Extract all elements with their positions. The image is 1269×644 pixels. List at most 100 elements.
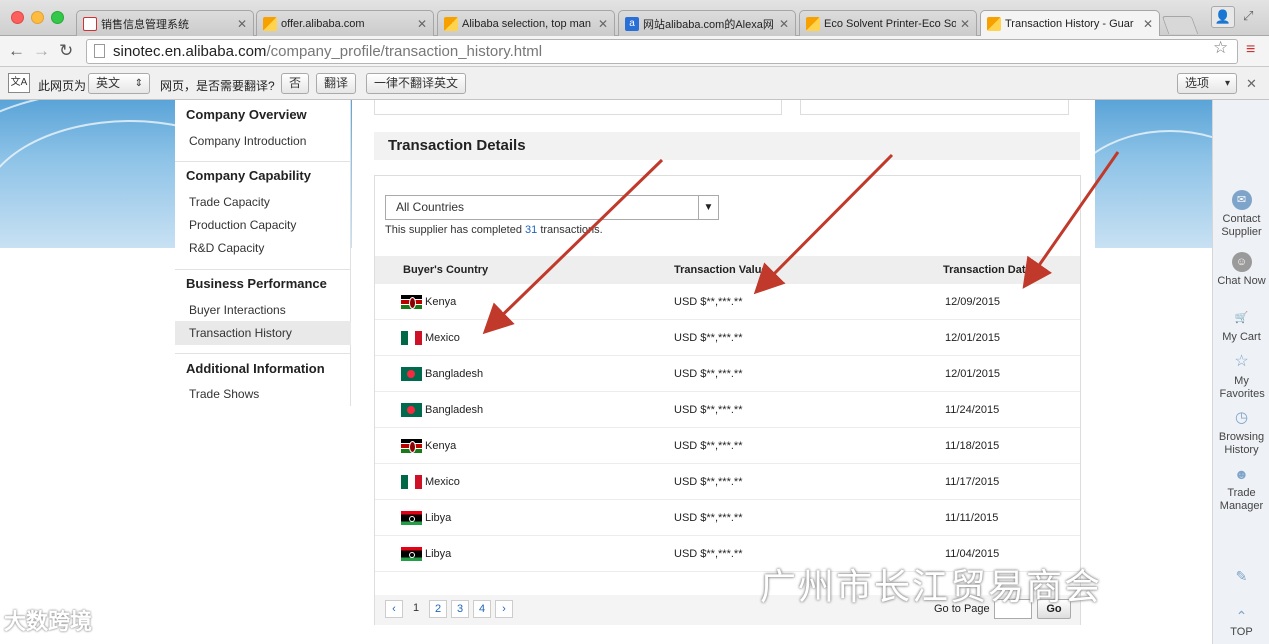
address-host: sinotec.en.alibaba.com bbox=[113, 43, 267, 60]
my-favorites-button[interactable]: ☆ My Favorites bbox=[1213, 352, 1269, 401]
mexico-flag-icon bbox=[401, 475, 422, 489]
browser-tab[interactable]: 销售信息管理系统 ✕ bbox=[76, 10, 254, 36]
column-header-country: Buyer's Country bbox=[403, 264, 489, 276]
country-cell: Libya bbox=[401, 511, 451, 525]
page-link[interactable]: 3 bbox=[451, 600, 469, 618]
page-icon bbox=[94, 44, 105, 58]
back-icon[interactable]: ← bbox=[8, 41, 25, 61]
fullscreen-icon[interactable]: ⤢ bbox=[1243, 8, 1253, 24]
user-profile-icon[interactable]: 👤 bbox=[1211, 6, 1235, 28]
address-bar[interactable]: sinotec.en.alibaba.com/company_profile/t… bbox=[86, 39, 1238, 64]
browser-tab[interactable]: Alibaba selection, top man ✕ bbox=[437, 10, 615, 36]
sidebar-item-buyer-interactions[interactable]: Buyer Interactions bbox=[189, 303, 286, 317]
page-link[interactable]: 4 bbox=[473, 600, 491, 618]
alibaba-icon bbox=[444, 16, 458, 31]
rail-label: Browsing History bbox=[1218, 431, 1265, 456]
window-zoom-button[interactable] bbox=[51, 11, 64, 24]
sidebar-item-transaction-history[interactable]: Transaction History bbox=[189, 326, 292, 340]
rail-label: My Cart bbox=[1222, 331, 1261, 343]
back-to-top-button[interactable]: ⌃ TOP bbox=[1213, 606, 1269, 639]
translate-bar: 文A 此网页为 英文 ⇕ 网页，是否需要翻译? 否 翻译 一律不翻译英文 选项 … bbox=[0, 67, 1269, 100]
sidebar-item-rd-capacity[interactable]: R&D Capacity bbox=[189, 241, 264, 255]
sidebar-item-production-capacity[interactable]: Production Capacity bbox=[189, 218, 296, 232]
window-minimize-button[interactable] bbox=[31, 11, 44, 24]
edit-icon[interactable]: ✎ bbox=[1213, 566, 1269, 589]
country-cell: Bangladesh bbox=[401, 367, 483, 381]
close-icon[interactable]: ✕ bbox=[237, 17, 247, 31]
country-name: Libya bbox=[425, 548, 452, 560]
translate-icon: 文A bbox=[8, 73, 30, 93]
sidebar-item-trade-capacity[interactable]: Trade Capacity bbox=[189, 195, 270, 209]
country-cell: Kenya bbox=[401, 295, 456, 309]
date-cell: 11/18/2015 bbox=[945, 440, 1000, 452]
page-content: Company Overview Company Introduction Co… bbox=[0, 100, 1269, 644]
new-tab-button[interactable] bbox=[1161, 16, 1199, 34]
value-cell: USD $**,***.** bbox=[674, 296, 743, 308]
tab-title: 销售信息管理系统 bbox=[101, 18, 189, 31]
country-cell: Mexico bbox=[401, 475, 460, 489]
close-icon[interactable]: ✕ bbox=[779, 17, 789, 31]
country-name: Kenya bbox=[425, 440, 457, 452]
value-cell: USD $**,***.** bbox=[674, 512, 743, 524]
close-icon[interactable]: ✕ bbox=[960, 17, 970, 31]
no-button[interactable]: 否 bbox=[281, 73, 310, 94]
chat-now-button[interactable]: ☺ Chat Now bbox=[1213, 252, 1269, 288]
info-box bbox=[374, 100, 782, 115]
prev-page-button[interactable]: ‹ bbox=[385, 600, 403, 618]
country-filter-value: All Countries bbox=[396, 200, 465, 214]
country-filter-select[interactable]: All Countries ▼ bbox=[385, 195, 719, 220]
browser-menu-icon[interactable]: ≡ bbox=[1246, 41, 1255, 59]
transaction-count[interactable]: 31 bbox=[525, 224, 537, 236]
browser-tab[interactable]: a 网站alibaba.com的Alexa网 ✕ bbox=[618, 10, 796, 36]
table-row: Kenya USD $**,***.** 12/09/2015 bbox=[375, 284, 1080, 320]
sidebar-item-company-introduction[interactable]: Company Introduction bbox=[189, 134, 306, 148]
browser-nav-bar: ← → ↻ sinotec.en.alibaba.com/company_pro… bbox=[0, 36, 1269, 67]
country-name: Libya bbox=[425, 512, 452, 524]
sidebar-heading: Company Capability bbox=[186, 168, 311, 183]
window-close-button[interactable] bbox=[11, 11, 24, 24]
forward-icon[interactable]: → bbox=[33, 41, 50, 61]
never-translate-button[interactable]: 一律不翻译英文 bbox=[366, 73, 467, 94]
my-cart-button[interactable]: 🛒 My Cart bbox=[1213, 308, 1269, 344]
table-row: Libya USD $**,***.** 11/11/2015 bbox=[375, 500, 1080, 536]
tab-title: 网站alibaba.com的Alexa网 bbox=[643, 18, 774, 31]
summary-suffix: transactions. bbox=[537, 224, 603, 236]
browser-tab[interactable]: offer.alibaba.com ✕ bbox=[256, 10, 434, 36]
browser-tab-active[interactable]: Transaction History - Guar ✕ bbox=[980, 10, 1160, 36]
table-row: Mexico USD $**,***.** 11/17/2015 bbox=[375, 464, 1080, 500]
browser-tab-bar: 销售信息管理系统 ✕ offer.alibaba.com ✕ Alibaba s… bbox=[0, 0, 1269, 36]
alibaba-icon bbox=[263, 16, 277, 31]
next-page-button[interactable]: › bbox=[495, 600, 513, 618]
close-icon[interactable]: ✕ bbox=[1143, 17, 1153, 31]
close-icon[interactable]: ✕ bbox=[1246, 76, 1257, 92]
date-cell: 11/17/2015 bbox=[945, 476, 1000, 488]
options-select[interactable]: 选项 ▾ bbox=[1177, 73, 1237, 94]
page-link-current: 1 bbox=[412, 602, 420, 614]
right-toolbar: ✉ Contact Supplier ☺ Chat Now 🛒 My Cart … bbox=[1212, 100, 1269, 644]
close-icon[interactable]: ✕ bbox=[417, 17, 427, 31]
reload-icon[interactable]: ↻ bbox=[59, 41, 73, 61]
trade-manager-button[interactable]: ☻ Trade Manager bbox=[1213, 464, 1269, 513]
tab-title: offer.alibaba.com bbox=[281, 17, 365, 30]
address-path: /company_profile/transaction_history.htm… bbox=[266, 43, 543, 60]
document-icon bbox=[83, 16, 97, 31]
browsing-history-button[interactable]: ◷ Browsing History bbox=[1213, 408, 1269, 457]
browser-tab[interactable]: Eco Solvent Printer-Eco Sol ✕ bbox=[799, 10, 977, 36]
bookmark-star-icon[interactable]: ☆ bbox=[1213, 38, 1228, 58]
country-name: Bangladesh bbox=[425, 404, 484, 416]
contact-supplier-button[interactable]: ✉ Contact Supplier bbox=[1213, 190, 1269, 239]
dropdown-arrow-icon[interactable]: ▼ bbox=[698, 196, 718, 219]
translate-button[interactable]: 翻译 bbox=[316, 73, 357, 94]
libya-flag-icon bbox=[401, 547, 422, 561]
close-icon[interactable]: ✕ bbox=[598, 17, 608, 31]
date-cell: 11/24/2015 bbox=[945, 404, 1000, 416]
language-select[interactable]: 英文 ⇕ bbox=[88, 73, 150, 94]
sidebar-item-trade-shows[interactable]: Trade Shows bbox=[189, 387, 259, 401]
date-cell: 12/09/2015 bbox=[945, 296, 1001, 308]
mexico-flag-icon bbox=[401, 331, 422, 345]
country-cell: Kenya bbox=[401, 439, 456, 453]
page-link[interactable]: 2 bbox=[429, 600, 447, 618]
alibaba-icon bbox=[806, 16, 820, 31]
info-box bbox=[800, 100, 1069, 115]
transaction-summary: This supplier has completed 31 transacti… bbox=[385, 224, 603, 236]
